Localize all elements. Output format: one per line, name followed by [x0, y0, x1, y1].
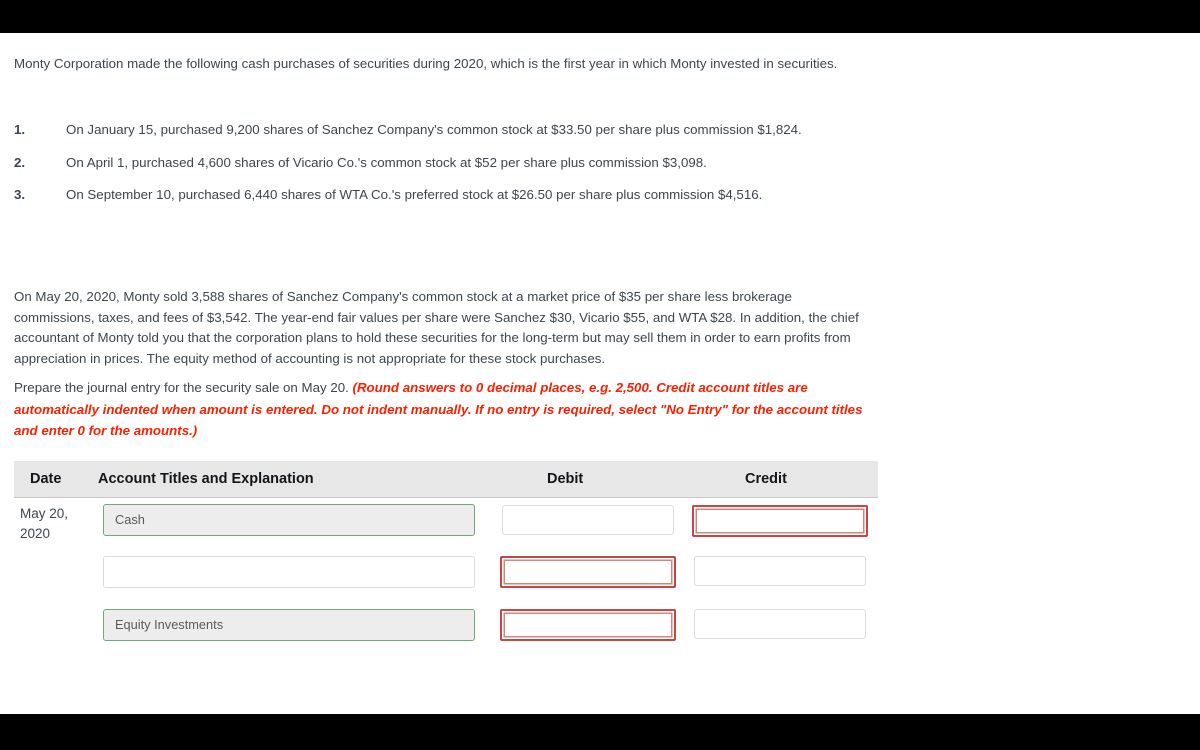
instruction-paragraph: Prepare the journal entry for the securi…	[14, 377, 882, 442]
account-title-value: Cash	[115, 512, 145, 527]
list-item: 2. On April 1, purchased 4,600 shares of…	[14, 153, 874, 173]
column-header-credit: Credit	[745, 471, 787, 487]
credit-amount-input[interactable]	[694, 556, 866, 586]
list-item-number: 1.	[14, 122, 26, 137]
top-black-bar	[0, 0, 1200, 33]
debit-amount-input[interactable]	[500, 609, 676, 641]
table-row: Equity Investments	[14, 605, 878, 658]
list-item-text: On April 1, purchased 4,600 shares of Vi…	[66, 154, 707, 170]
column-header-debit: Debit	[547, 471, 584, 487]
list-item-text: On January 15, purchased 9,200 shares of…	[66, 122, 802, 137]
column-header-account: Account Titles and Explanation	[98, 471, 314, 487]
list-item-number: 3.	[14, 187, 26, 202]
debit-amount-input[interactable]	[502, 505, 674, 535]
account-title-input[interactable]	[103, 556, 475, 588]
column-header-date: Date	[30, 471, 62, 487]
journal-entry-table: Date Account Titles and Explanation Debi…	[14, 461, 878, 658]
list-item-text: On September 10, purchased 6,440 shares …	[66, 187, 763, 202]
bottom-black-bar	[0, 714, 1200, 750]
credit-amount-input[interactable]	[692, 505, 868, 537]
purchase-list: 1. On January 15, purchased 9,200 shares…	[14, 120, 874, 218]
account-title-value: Equity Investments	[115, 617, 224, 632]
table-row: May 20, 2020 Cash	[14, 498, 878, 552]
question-content: Monty Corporation made the following cas…	[0, 33, 1200, 714]
debit-amount-input[interactable]	[500, 556, 676, 588]
screenshot-root: Monty Corporation made the following cas…	[0, 0, 1200, 750]
table-header-row: Date Account Titles and Explanation Debi…	[14, 461, 878, 498]
account-title-input[interactable]: Equity Investments	[103, 609, 475, 641]
account-title-input[interactable]: Cash	[103, 504, 475, 536]
details-paragraph: On May 20, 2020, Monty sold 3,588 shares…	[14, 289, 859, 366]
table-row	[14, 552, 878, 605]
instruction-lead: Prepare the journal entry for the securi…	[14, 380, 353, 395]
entry-date: May 20, 2020	[20, 506, 69, 541]
intro-paragraph: Monty Corporation made the following cas…	[14, 56, 838, 71]
list-item: 1. On January 15, purchased 9,200 shares…	[14, 120, 874, 140]
list-item: 3. On September 10, purchased 6,440 shar…	[14, 185, 874, 205]
list-item-number: 2.	[14, 154, 26, 170]
credit-amount-input[interactable]	[694, 609, 866, 639]
